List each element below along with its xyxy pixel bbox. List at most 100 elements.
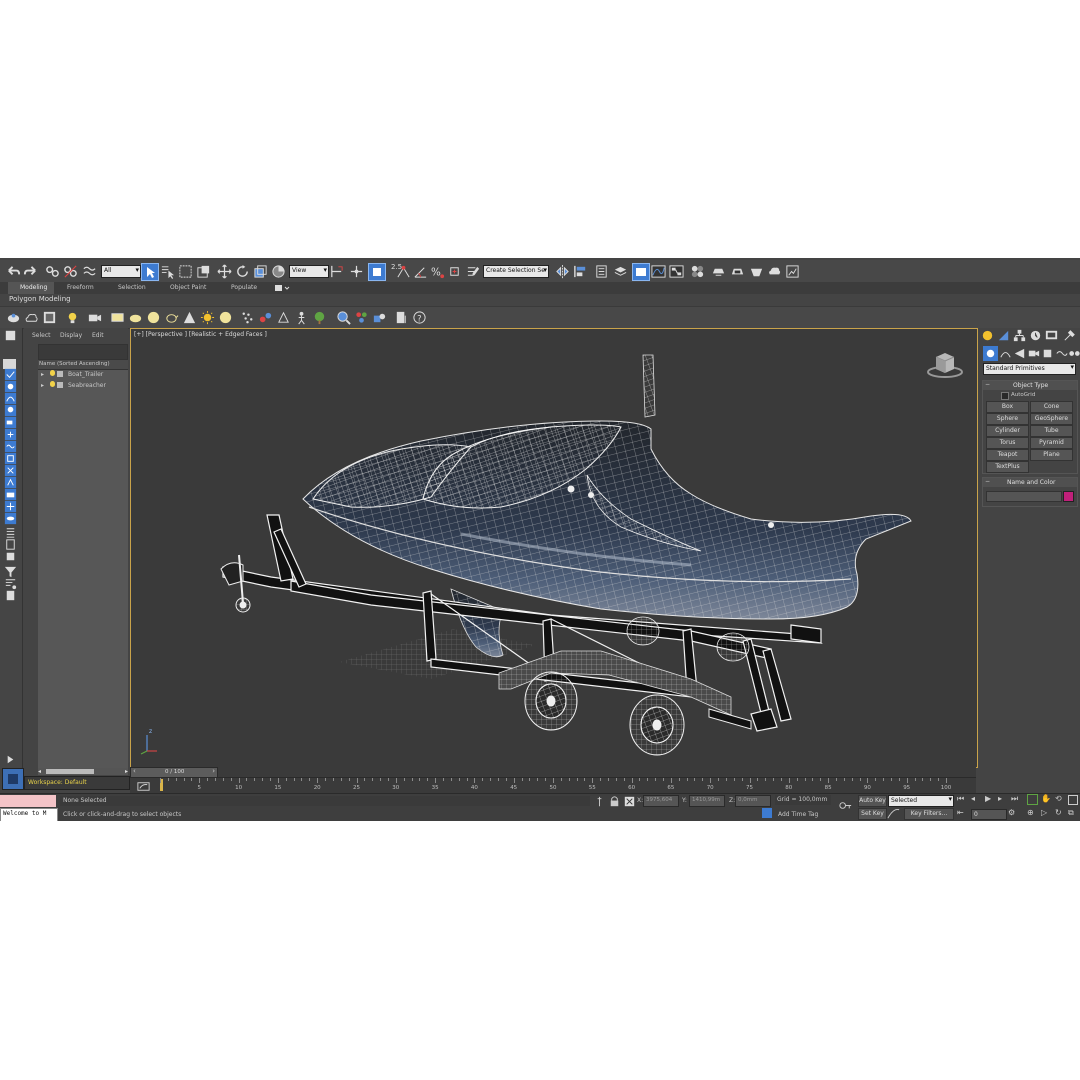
maxscript-listener-button[interactable] bbox=[2, 768, 24, 790]
bind-space-warp-icon[interactable] bbox=[82, 264, 97, 279]
move-icon[interactable] bbox=[217, 264, 232, 279]
light-bulb-icon[interactable] bbox=[50, 370, 55, 376]
key-filters-button[interactable]: Key Filters... bbox=[904, 808, 954, 820]
render-setup-icon[interactable] bbox=[711, 264, 726, 279]
teapot-button[interactable]: Teapot bbox=[986, 449, 1029, 461]
geosphere-button[interactable]: GeoSphere bbox=[1030, 413, 1073, 425]
helpers-category-icon[interactable] bbox=[1040, 346, 1055, 361]
zoom-extents-icon[interactable] bbox=[1027, 794, 1038, 805]
boat-trailer-3d-model[interactable] bbox=[131, 329, 977, 767]
maxscript-mini-listener-pink[interactable] bbox=[0, 795, 56, 807]
tab-selection[interactable]: Selection bbox=[118, 285, 146, 291]
plane-button[interactable]: Plane bbox=[1030, 449, 1073, 461]
file-link-icon[interactable] bbox=[394, 310, 409, 325]
select-manipulate-icon[interactable] bbox=[349, 264, 364, 279]
min-max-toggle-icon[interactable]: ⧉ bbox=[1068, 808, 1074, 818]
time-slider-next-icon[interactable]: › bbox=[212, 767, 215, 775]
cloud-icon[interactable] bbox=[24, 310, 39, 325]
z-coordinate-field[interactable]: 0,0mm bbox=[735, 795, 771, 807]
object-color-swatch[interactable] bbox=[1063, 491, 1074, 502]
object-paint-icon[interactable] bbox=[372, 310, 387, 325]
placement-icon[interactable] bbox=[271, 264, 286, 279]
sphere-primitive-icon[interactable] bbox=[128, 310, 143, 325]
current-frame-field[interactable]: 0 bbox=[971, 809, 1007, 820]
expand-arrow-icon[interactable]: ▸ bbox=[41, 371, 44, 378]
selection-filter-dropdown[interactable]: All ▾ bbox=[101, 265, 141, 278]
display-panel-icon[interactable] bbox=[42, 310, 57, 325]
light-bulb-icon[interactable] bbox=[50, 381, 55, 387]
maximize-viewport-icon[interactable] bbox=[1068, 795, 1078, 805]
time-tag-button[interactable] bbox=[762, 808, 772, 818]
foliage-icon[interactable] bbox=[312, 310, 327, 325]
skylight-icon[interactable] bbox=[218, 310, 233, 325]
window-crossing-icon[interactable] bbox=[196, 264, 211, 279]
box-button[interactable]: Box bbox=[986, 401, 1029, 413]
scroll-left-icon[interactable]: ◂ bbox=[38, 768, 41, 775]
mirror-icon[interactable] bbox=[555, 264, 570, 279]
key-mode-icon[interactable]: ⇤ bbox=[957, 808, 964, 817]
expand-panel-icon[interactable] bbox=[3, 752, 18, 767]
toggle-scene-explorer-icon[interactable] bbox=[594, 264, 609, 279]
systems-category-icon[interactable] bbox=[1067, 346, 1080, 361]
rotate-icon[interactable] bbox=[235, 264, 250, 279]
helper-points-icon[interactable] bbox=[258, 310, 273, 325]
pivot-center-icon[interactable] bbox=[329, 264, 344, 279]
name-and-color-header[interactable]: − Name and Color bbox=[983, 478, 1077, 487]
ribbon-options-button[interactable] bbox=[274, 284, 290, 292]
redo-icon[interactable] bbox=[23, 264, 38, 279]
tab-object-paint[interactable]: Object Paint bbox=[170, 285, 206, 291]
geosphere-primitive-icon[interactable] bbox=[146, 310, 161, 325]
zoom-icon[interactable]: ⊕ bbox=[1027, 808, 1034, 817]
set-key-button[interactable]: Set Key bbox=[858, 808, 887, 820]
color-clipboard-icon[interactable] bbox=[354, 310, 369, 325]
default-tangent-icon[interactable] bbox=[886, 806, 901, 821]
scroll-thumb[interactable] bbox=[46, 769, 94, 774]
sync-selection-icon[interactable] bbox=[3, 588, 18, 603]
modify-tab-icon[interactable] bbox=[996, 328, 1011, 343]
isolate-selection-icon[interactable] bbox=[592, 794, 607, 809]
toggle-layer-explorer-icon[interactable] bbox=[613, 264, 628, 279]
display-hidden-icon[interactable] bbox=[3, 511, 18, 526]
geometry-category-icon[interactable] bbox=[983, 346, 998, 361]
object-type-header[interactable]: − Object Type bbox=[983, 381, 1077, 390]
scale-icon[interactable] bbox=[253, 264, 268, 279]
toggle-ribbon-button[interactable] bbox=[632, 263, 650, 281]
cameras-category-icon[interactable] bbox=[1026, 346, 1041, 361]
schematic-view-icon[interactable] bbox=[669, 264, 684, 279]
x-coordinate-field[interactable]: 3975,604 bbox=[643, 795, 679, 807]
undo-icon[interactable] bbox=[6, 264, 21, 279]
menu-edit[interactable]: Edit bbox=[92, 333, 104, 339]
menu-display[interactable]: Display bbox=[60, 333, 82, 339]
select-by-name-icon[interactable] bbox=[160, 264, 175, 279]
play-icon[interactable]: ▶ bbox=[985, 794, 991, 803]
bone-system-icon[interactable] bbox=[276, 310, 291, 325]
time-slider-prev-icon[interactable]: ‹ bbox=[133, 767, 136, 775]
list-item[interactable]: ▸ Seabreacher bbox=[38, 381, 128, 391]
object-name-field[interactable] bbox=[986, 491, 1062, 502]
previous-frame-icon[interactable]: ◂ bbox=[971, 794, 975, 803]
spinner-snap-icon[interactable] bbox=[447, 264, 462, 279]
create-tab-icon[interactable] bbox=[980, 328, 995, 343]
percent-snap-icon[interactable]: % bbox=[430, 264, 445, 279]
textplus-button[interactable]: TextPlus bbox=[986, 461, 1029, 473]
tube-button[interactable]: Tube bbox=[1030, 425, 1073, 437]
select-object-button[interactable] bbox=[141, 263, 159, 281]
list-item[interactable]: ▸ Boat_Trailer bbox=[38, 370, 128, 380]
particle-system-icon[interactable] bbox=[240, 310, 255, 325]
scene-explorer-scrollbar[interactable]: ◂ ▸ bbox=[38, 768, 128, 775]
snap-toggle-icon[interactable] bbox=[396, 264, 411, 279]
scroll-right-icon[interactable]: ▸ bbox=[125, 768, 128, 775]
auto-key-button[interactable]: Auto Key bbox=[858, 795, 887, 807]
sphere-button[interactable]: Sphere bbox=[986, 413, 1029, 425]
cylinder-button[interactable]: Cylinder bbox=[986, 425, 1029, 437]
field-of-view-icon[interactable]: ▷ bbox=[1041, 808, 1047, 817]
angle-snap-icon[interactable] bbox=[413, 264, 428, 279]
display-tab-icon[interactable] bbox=[1044, 328, 1059, 343]
lights-category-icon[interactable] bbox=[1012, 346, 1027, 361]
tab-freeform[interactable]: Freeform bbox=[67, 285, 94, 291]
cone-primitive-icon[interactable] bbox=[182, 310, 197, 325]
walk-through-icon[interactable]: ↻ bbox=[1055, 808, 1062, 817]
track-bar[interactable]: 5 10 15 20 25 30 35 40 45 50 55 60 65 70 75 80 85 90 95 100 bbox=[130, 777, 976, 794]
teapot-primitive-icon[interactable] bbox=[164, 310, 179, 325]
tab-modeling[interactable]: Modeling bbox=[8, 282, 54, 294]
